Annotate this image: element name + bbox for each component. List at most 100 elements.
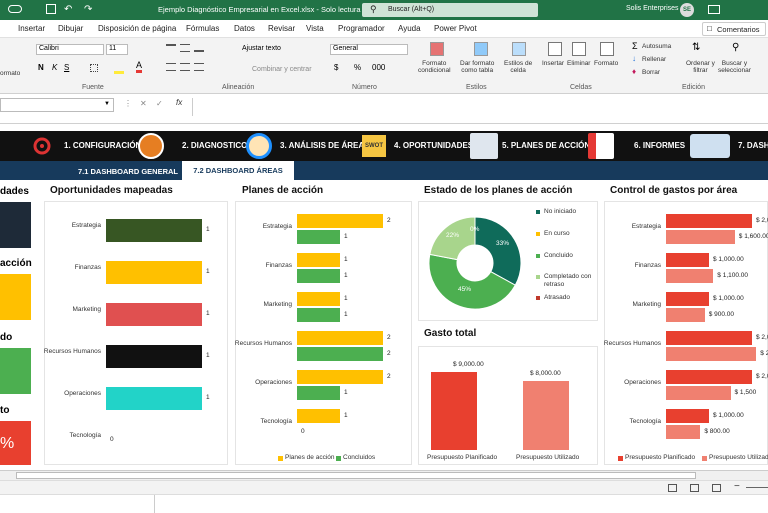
percent-button[interactable]: % — [354, 63, 361, 72]
font-size-select[interactable]: 11 — [106, 44, 128, 55]
save-icon[interactable] — [46, 4, 56, 14]
cell-styles-button[interactable]: Estilos de celda — [504, 60, 532, 74]
category-label: Presupuesto Planificado — [427, 454, 498, 461]
fx-icon[interactable]: fx — [176, 98, 182, 107]
cond-format-icon[interactable] — [430, 42, 444, 56]
cell-styles-icon[interactable] — [512, 42, 526, 56]
align-middle-icon[interactable] — [180, 44, 190, 52]
italic-button[interactable]: K — [52, 63, 57, 72]
menu-tab[interactable]: Dibujar — [58, 24, 83, 33]
formula-bar: ▼ ⋮ ✕ ✓ fx — [0, 94, 768, 124]
cond-format-button[interactable]: Formato condicional — [418, 60, 451, 74]
align-center-icon[interactable] — [180, 63, 190, 71]
category-label: Marketing — [72, 306, 101, 313]
legend-label: Presupuesto Utilizado — [709, 454, 768, 461]
cancel-icon[interactable]: ✕ — [140, 99, 147, 108]
bar-mark — [297, 292, 340, 306]
format-cells-icon[interactable] — [600, 42, 614, 56]
formula-input[interactable] — [192, 98, 768, 116]
menu-tab[interactable]: Programador — [338, 24, 385, 33]
nav-item-informes[interactable]: 6. INFORMES — [634, 141, 685, 150]
bold-button[interactable]: N — [38, 63, 44, 72]
nav-item-analisis[interactable]: 3. ANÁLISIS DE ÁREAS — [280, 141, 370, 150]
format-left-label[interactable]: ormato — [0, 70, 20, 77]
format-table-button[interactable]: Dar formato como tabla — [460, 60, 494, 74]
format-cells-button[interactable]: Formato — [594, 60, 618, 67]
nav-item-dashboard[interactable]: 7. DASH — [738, 141, 768, 150]
data-label: 1 — [344, 389, 348, 396]
undo-icon[interactable]: ↶ — [64, 4, 72, 15]
align-bottom-icon[interactable] — [194, 44, 204, 52]
insert-cells-icon[interactable] — [548, 42, 562, 56]
confirm-icon[interactable]: ✓ — [156, 99, 163, 108]
sort-filter-button[interactable]: Ordenar y filtrar — [686, 60, 715, 74]
find-select-button[interactable]: Buscar y seleccionar — [718, 60, 751, 74]
align-top-icon[interactable] — [166, 44, 176, 52]
scroll-thumb[interactable] — [16, 472, 696, 479]
align-right-icon[interactable] — [194, 63, 204, 71]
borders-icon[interactable] — [90, 64, 98, 72]
wrap-text-button[interactable]: Ajustar texto — [242, 45, 281, 52]
data-label: $ 9,000.00 — [453, 361, 484, 368]
avatar[interactable]: SE — [680, 3, 694, 17]
menu-tab[interactable]: Datos — [234, 24, 255, 33]
menu-tab[interactable]: Insertar — [18, 24, 45, 33]
clear-icon[interactable]: ♦ — [632, 67, 636, 76]
comma-button[interactable]: 000 — [372, 63, 385, 72]
legend-label: Completado con retraso — [544, 273, 592, 288]
delete-cells-icon[interactable] — [572, 42, 586, 56]
legend-swatch — [536, 254, 540, 258]
dashboard-icon — [690, 134, 730, 158]
format-table-icon[interactable] — [474, 42, 488, 56]
normal-view-icon[interactable] — [668, 484, 677, 492]
menu-tab[interactable]: Vista — [306, 24, 324, 33]
autosave-toggle[interactable] — [8, 5, 22, 13]
comments-button[interactable]: □ Comentarios — [702, 22, 766, 36]
user-name[interactable]: Solis Enterprises — [626, 5, 679, 12]
autosum-button[interactable]: Autosuma — [642, 43, 671, 50]
data-label: 1 — [344, 272, 348, 279]
bar-mark — [666, 214, 752, 228]
page-break-icon[interactable] — [712, 484, 721, 492]
menu-tab[interactable]: Ayuda — [398, 24, 421, 33]
redo-icon[interactable]: ↷ — [84, 4, 92, 15]
zoom-out-icon[interactable]: − — [734, 481, 740, 492]
tab-dashboard-areas[interactable]: 7.2 DASHBOARD ÁREAS — [182, 161, 294, 180]
currency-button[interactable]: $ — [334, 63, 338, 72]
name-box[interactable]: ▼ — [0, 98, 114, 112]
insert-cells-button[interactable]: Insertar — [542, 60, 564, 67]
font-name-select[interactable]: Calibri — [36, 44, 104, 55]
legend-label: Atrasado — [544, 294, 571, 301]
fill-button[interactable]: Rellenar — [642, 56, 666, 63]
menu-tab[interactable]: Disposición de página — [98, 24, 176, 33]
page-layout-icon[interactable] — [690, 484, 699, 492]
tab-dashboard-general[interactable]: 7.1 DASHBOARD GENERAL — [78, 167, 178, 176]
search-box[interactable]: ⚲ Buscar (Alt+Q) — [362, 3, 538, 17]
number-format-select[interactable]: General — [330, 44, 408, 55]
clear-button[interactable]: Borrar — [642, 69, 660, 76]
sort-filter-icon[interactable]: ⇅ — [692, 42, 700, 53]
data-label: 1 — [206, 310, 210, 317]
ribbon-display-icon[interactable] — [708, 5, 720, 14]
sheet-scrollbar[interactable] — [0, 470, 768, 480]
nav-item-diagnostico[interactable]: 2. DIAGNOSTICO — [182, 141, 247, 150]
underline-button[interactable]: S — [64, 63, 69, 72]
autosum-icon[interactable]: Σ — [632, 41, 638, 51]
nav-item-configuracion[interactable]: 1. CONFIGURACIÓN — [64, 141, 141, 150]
delete-cells-button[interactable]: Eliminar — [567, 60, 590, 67]
find-select-icon[interactable]: ⚲ — [732, 42, 739, 53]
data-label: 1 — [344, 412, 348, 419]
align-left-icon[interactable] — [166, 63, 176, 71]
merge-center-button[interactable]: Combinar y centrar — [252, 66, 312, 73]
legend-label: Concluido — [544, 252, 573, 259]
nav-item-oportunidades[interactable]: 4. OPORTUNIDADES — [394, 141, 473, 150]
legend-swatch — [536, 232, 540, 236]
menu-tab[interactable]: Fórmulas — [186, 24, 219, 33]
nav-item-planes[interactable]: 5. PLANES DE ACCIÓN — [502, 141, 590, 150]
menu-tab[interactable]: Power Pivot — [434, 24, 477, 33]
menu-tab[interactable]: Revisar — [268, 24, 295, 33]
zoom-slider[interactable] — [746, 487, 768, 488]
font-color-icon[interactable]: A — [136, 61, 143, 73]
fill-icon[interactable]: ↓ — [632, 54, 636, 63]
fill-color-icon[interactable] — [114, 62, 124, 74]
